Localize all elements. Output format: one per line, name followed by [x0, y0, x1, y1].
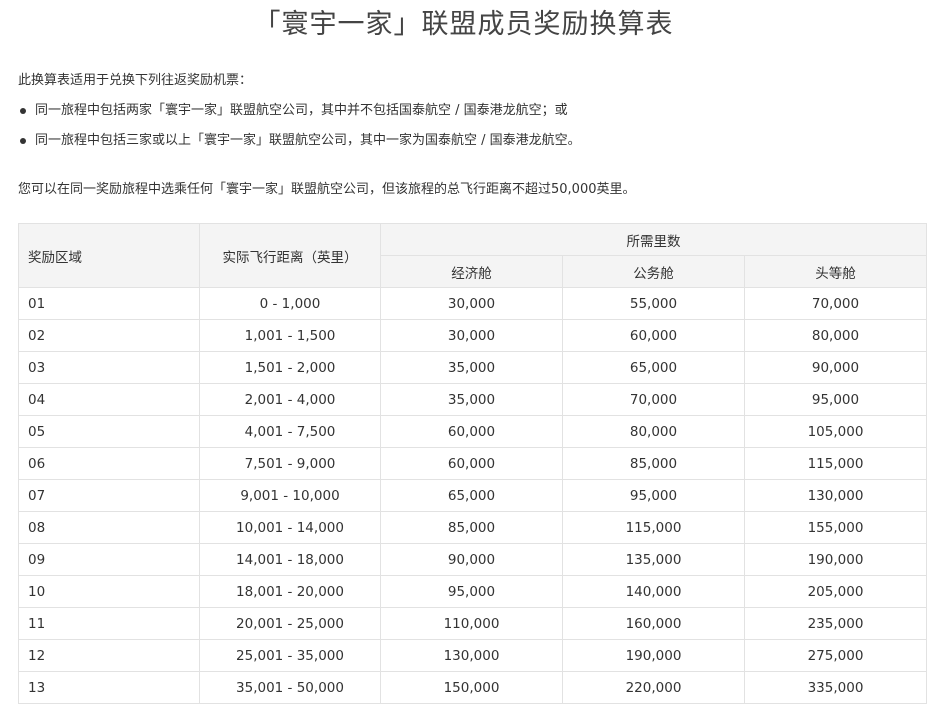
cell-first: 115,000	[743, 447, 927, 480]
condition-item: 同一旅程中包括三家或以上「寰宇一家」联盟航空公司，其中一家为国泰航空 / 国泰港…	[18, 131, 581, 161]
cell-first: 95,000	[743, 383, 927, 416]
table-row: 08 10,001 - 14,000 85,000 115,000 155,000	[18, 511, 927, 544]
cell-business: 115,000	[562, 511, 745, 544]
table-row: 05 4,001 - 7,500 60,000 80,000 105,000	[18, 415, 927, 448]
bullet-icon	[20, 138, 26, 144]
award-chart-table: 奖励区域 实际飞行距离（英里） 所需里数 经济舱 公务舱 头等舱 01 0 - 1…	[18, 223, 927, 704]
table-header: 奖励区域 实际飞行距离（英里） 所需里数 经济舱 公务舱 头等舱	[18, 223, 927, 288]
condition-item: 同一旅程中包括两家「寰宇一家」联盟航空公司，其中并不包括国泰航空 / 国泰港龙航…	[18, 101, 581, 131]
cell-first: 190,000	[743, 543, 927, 576]
header-first: 头等舱	[743, 255, 927, 288]
cell-economy: 35,000	[380, 383, 563, 416]
cell-business: 140,000	[562, 575, 745, 608]
table-row: 10 18,001 - 20,000 95,000 140,000 205,000	[18, 575, 927, 608]
cell-economy: 30,000	[380, 287, 563, 320]
table-body: 01 0 - 1,000 30,000 55,000 70,000 02 1,001 - …	[18, 287, 927, 704]
cell-first: 155,000	[743, 511, 927, 544]
cell-first: 105,000	[743, 415, 927, 448]
page: 「寰宇一家」联盟成员奖励换算表 此换算表适用于兑换下列往返奖励机票： 同一旅程中…	[0, 0, 927, 717]
table-row: 12 25,001 - 35,000 130,000 190,000 275,000	[18, 639, 927, 672]
cell-economy: 60,000	[380, 447, 563, 480]
cell-business: 135,000	[562, 543, 745, 576]
conditions-list: 同一旅程中包括两家「寰宇一家」联盟航空公司，其中并不包括国泰航空 / 国泰港龙航…	[18, 101, 581, 161]
cell-business: 60,000	[562, 319, 745, 352]
cell-first: 335,000	[743, 671, 927, 704]
cell-first: 70,000	[743, 287, 927, 320]
cell-business: 70,000	[562, 383, 745, 416]
cell-distance: 2,001 - 4,000	[199, 383, 381, 416]
cell-business: 160,000	[562, 607, 745, 640]
cell-distance: 4,001 - 7,500	[199, 415, 381, 448]
cell-economy: 60,000	[380, 415, 563, 448]
cell-distance: 0 - 1,000	[199, 287, 381, 320]
cell-business: 95,000	[562, 479, 745, 512]
cell-first: 235,000	[743, 607, 927, 640]
cell-distance: 9,001 - 10,000	[199, 479, 381, 512]
cell-distance: 1,501 - 2,000	[199, 351, 381, 384]
cell-business: 220,000	[562, 671, 745, 704]
table-row: 02 1,001 - 1,500 30,000 60,000 80,000	[18, 319, 927, 352]
cell-zone: 05	[18, 415, 200, 448]
cell-distance: 18,001 - 20,000	[199, 575, 381, 608]
cell-zone: 09	[18, 543, 200, 576]
distance-note: 您可以在同一奖励旅程中选乘任何「寰宇一家」联盟航空公司，但该旅程的总飞行距离不超…	[18, 182, 636, 197]
cell-business: 55,000	[562, 287, 745, 320]
cell-economy: 65,000	[380, 479, 563, 512]
header-miles-required: 所需里数	[379, 223, 927, 256]
condition-text: 同一旅程中包括三家或以上「寰宇一家」联盟航空公司，其中一家为国泰航空 / 国泰港…	[35, 133, 581, 148]
cell-distance: 20,001 - 25,000	[199, 607, 381, 640]
header-zone: 奖励区域	[18, 223, 200, 288]
cell-economy: 110,000	[380, 607, 563, 640]
cell-business: 85,000	[562, 447, 745, 480]
cell-zone: 03	[18, 351, 200, 384]
header-economy: 经济舱	[380, 255, 563, 288]
table-row: 09 14,001 - 18,000 90,000 135,000 190,000	[18, 543, 927, 576]
cell-business: 65,000	[562, 351, 745, 384]
page-title: 「寰宇一家」联盟成员奖励换算表	[253, 9, 674, 40]
cell-economy: 95,000	[380, 575, 563, 608]
cell-zone: 08	[18, 511, 200, 544]
cell-distance: 25,001 - 35,000	[199, 639, 381, 672]
cell-business: 190,000	[562, 639, 745, 672]
cell-distance: 35,001 - 50,000	[199, 671, 381, 704]
cell-first: 275,000	[743, 639, 927, 672]
cell-distance: 14,001 - 18,000	[199, 543, 381, 576]
header-distance: 实际飞行距离（英里）	[199, 223, 381, 288]
cell-business: 80,000	[562, 415, 745, 448]
cell-zone: 06	[18, 447, 200, 480]
cell-zone: 01	[18, 287, 200, 320]
intro-text: 此换算表适用于兑换下列往返奖励机票：	[18, 73, 253, 88]
table-row: 03 1,501 - 2,000 35,000 65,000 90,000	[18, 351, 927, 384]
cell-zone: 04	[18, 383, 200, 416]
cell-zone: 12	[18, 639, 200, 672]
cell-first: 90,000	[743, 351, 927, 384]
cell-distance: 7,501 - 9,000	[199, 447, 381, 480]
table-row: 06 7,501 - 9,000 60,000 85,000 115,000	[18, 447, 927, 480]
cell-economy: 30,000	[380, 319, 563, 352]
cell-distance: 10,001 - 14,000	[199, 511, 381, 544]
cell-zone: 10	[18, 575, 200, 608]
cell-economy: 35,000	[380, 351, 563, 384]
cell-first: 130,000	[743, 479, 927, 512]
table-row: 11 20,001 - 25,000 110,000 160,000 235,000	[18, 607, 927, 640]
table-row: 13 35,001 - 50,000 150,000 220,000 335,000	[18, 671, 927, 704]
cell-zone: 02	[18, 319, 200, 352]
condition-text: 同一旅程中包括两家「寰宇一家」联盟航空公司，其中并不包括国泰航空 / 国泰港龙航…	[35, 103, 568, 118]
cell-economy: 150,000	[380, 671, 563, 704]
cell-zone: 13	[18, 671, 200, 704]
table-row: 04 2,001 - 4,000 35,000 70,000 95,000	[18, 383, 927, 416]
table-row: 07 9,001 - 10,000 65,000 95,000 130,000	[18, 479, 927, 512]
header-business: 公务舱	[562, 255, 745, 288]
cell-economy: 130,000	[380, 639, 563, 672]
cell-economy: 85,000	[380, 511, 563, 544]
cell-zone: 11	[18, 607, 200, 640]
cell-first: 205,000	[743, 575, 927, 608]
cell-first: 80,000	[743, 319, 927, 352]
cell-economy: 90,000	[380, 543, 563, 576]
cell-distance: 1,001 - 1,500	[199, 319, 381, 352]
bullet-icon	[20, 108, 26, 114]
cell-zone: 07	[18, 479, 200, 512]
table-row: 01 0 - 1,000 30,000 55,000 70,000	[18, 287, 927, 320]
